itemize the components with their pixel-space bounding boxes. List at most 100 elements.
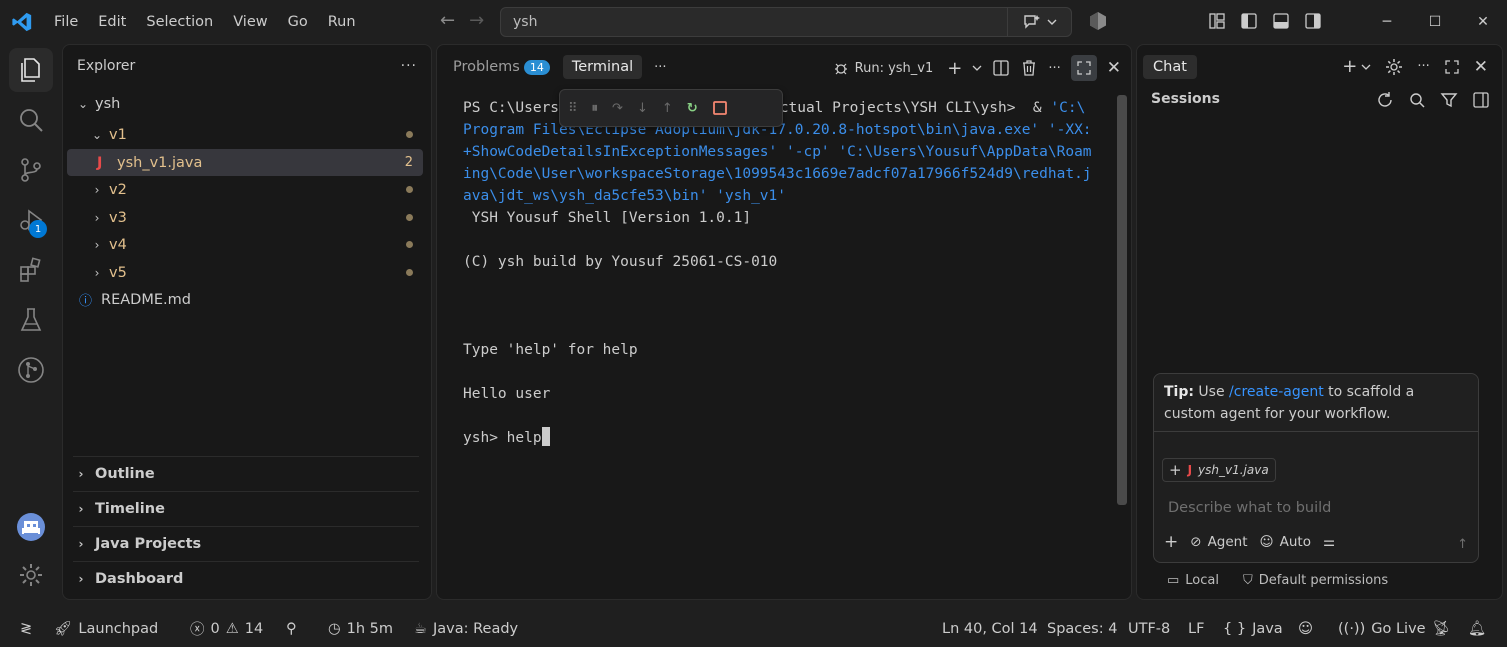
toggle-secondary-sidebar-icon[interactable] <box>1304 12 1322 30</box>
step-over-icon[interactable]: ↷ <box>612 101 623 116</box>
step-into-icon[interactable]: ↓ <box>637 101 648 116</box>
send-icon[interactable]: ↑ <box>1457 537 1468 552</box>
split-terminal-icon[interactable] <box>992 59 1010 77</box>
encoding[interactable]: UTF-8 <box>1128 621 1170 637</box>
chevron-down-icon[interactable] <box>1361 64 1371 70</box>
more-actions-icon[interactable]: ··· <box>1417 59 1429 74</box>
model-picker[interactable]: ☺ Auto <box>1260 534 1311 550</box>
maximize-icon[interactable]: ☐ <box>1411 0 1459 44</box>
timer-item[interactable]: ◷ 1h 5m <box>328 621 393 637</box>
copilot-icon[interactable] <box>1088 11 1108 31</box>
tools-icon[interactable]: ⚌ <box>1323 534 1335 550</box>
trash-icon[interactable] <box>1020 59 1038 77</box>
explorer-icon[interactable] <box>9 48 53 92</box>
testing-flask-icon[interactable] <box>9 298 53 342</box>
menu-go[interactable]: Go <box>278 14 318 30</box>
section-dashboard[interactable]: › Dashboard <box>73 561 419 596</box>
explorer-sidebar: Explorer ··· ⌄ ysh ⌄ v1 J ysh_v1.java 2 … <box>62 44 432 600</box>
pause-icon[interactable]: ⏸ <box>592 101 599 116</box>
menu-run[interactable]: Run <box>318 14 366 30</box>
step-out-icon[interactable]: ↑ <box>662 101 673 116</box>
tree-file-ysh-v1-java[interactable]: J ysh_v1.java 2 <box>67 149 423 176</box>
tab-chat[interactable]: Chat <box>1143 55 1197 79</box>
close-window-icon[interactable]: ✕ <box>1459 0 1507 44</box>
tree-file-readme[interactable]: ⓘ README.md <box>67 286 423 313</box>
section-timeline[interactable]: › Timeline <box>73 491 419 526</box>
command-center-search[interactable]: ysh <box>500 7 1072 37</box>
settings-gear-icon[interactable] <box>1385 58 1403 76</box>
terminal-scrollbar[interactable] <box>1117 95 1127 505</box>
remote-icon[interactable]: ≷ <box>20 621 32 637</box>
menu-view[interactable]: View <box>223 14 277 30</box>
notifications-bell-icon[interactable]: 🔔︎ <box>1468 620 1486 637</box>
refresh-icon[interactable] <box>1376 91 1394 109</box>
local-target[interactable]: ▭ Local <box>1167 573 1219 588</box>
run-debug-icon[interactable]: 1 <box>9 198 53 242</box>
launchpad-item[interactable]: 🚀︎ Launchpad <box>54 620 158 638</box>
tree-folder-v5[interactable]: › v5 <box>67 259 423 286</box>
filter-icon[interactable] <box>1440 91 1458 109</box>
copilot-status-icon[interactable]: ☺ <box>1298 621 1313 637</box>
new-chat-icon[interactable]: + <box>1342 56 1357 77</box>
section-label: Dashboard <box>95 571 184 587</box>
context-attachment[interactable]: + J ysh_v1.java <box>1162 458 1276 482</box>
section-java-projects[interactable]: › Java Projects <box>73 526 419 561</box>
tree-folder-v2[interactable]: › v2 <box>67 176 423 203</box>
chat-input-placeholder[interactable]: Describe what to build <box>1168 500 1331 516</box>
terminal-instance-selector[interactable]: Run: ysh_v1 <box>833 60 933 76</box>
back-arrow-icon[interactable]: ← <box>440 10 455 31</box>
maximize-panel-button[interactable] <box>1070 55 1097 81</box>
toggle-sidebar-icon[interactable] <box>1472 91 1490 109</box>
permissions-target[interactable]: ⛉ Default permissions <box>1243 573 1388 588</box>
tab-terminal[interactable]: Terminal <box>562 55 643 79</box>
search-icon[interactable] <box>1408 91 1426 109</box>
menu-edit[interactable]: Edit <box>88 14 136 30</box>
menu-file[interactable]: File <box>44 14 88 30</box>
create-agent-link[interactable]: /create-agent <box>1229 384 1324 400</box>
toggle-primary-sidebar-icon[interactable] <box>1240 12 1258 30</box>
terminal-output[interactable]: PS C:\Users Actual Projects\YSH CLI\ysh> … <box>463 97 1113 449</box>
more-actions-icon[interactable]: ··· <box>1048 61 1060 76</box>
add-attachment-icon[interactable]: + <box>1164 532 1178 552</box>
java-status-item[interactable]: ☕︎ Java: Ready <box>414 621 518 637</box>
cursor-position[interactable]: Ln 40, Col 14 <box>942 621 1038 637</box>
minimize-icon[interactable]: ─ <box>1363 0 1411 44</box>
chat-toggle-button[interactable] <box>1007 8 1071 36</box>
tab-problems[interactable]: Problems 14 <box>444 55 559 79</box>
debug-status-icon[interactable]: ⚲ <box>286 621 297 637</box>
language-mode[interactable]: { } Java <box>1223 621 1283 637</box>
end-of-line[interactable]: LF <box>1188 621 1204 637</box>
section-outline[interactable]: › Outline <box>73 456 419 491</box>
source-control-icon[interactable] <box>9 148 53 192</box>
more-tabs-icon[interactable]: ··· <box>654 60 666 75</box>
customize-layout-icon[interactable] <box>1208 12 1226 30</box>
new-terminal-icon[interactable]: + <box>947 58 962 79</box>
chevron-down-icon[interactable] <box>972 65 982 71</box>
toggle-panel-icon[interactable] <box>1272 12 1290 30</box>
close-panel-icon[interactable]: ✕ <box>1107 58 1121 78</box>
settings-gear-icon[interactable] <box>9 553 53 597</box>
account-avatar[interactable] <box>9 505 53 549</box>
antenna-icon[interactable]: 📡︎ <box>1432 620 1450 637</box>
add-context-icon[interactable]: + <box>1169 461 1182 479</box>
tree-folder-v1[interactable]: ⌄ v1 <box>67 121 423 148</box>
menu-selection[interactable]: Selection <box>136 14 223 30</box>
tree-folder-v4[interactable]: › v4 <box>67 231 423 258</box>
git-graph-icon[interactable] <box>9 348 53 392</box>
extensions-icon[interactable] <box>9 248 53 292</box>
problems-item[interactable]: ⓧ 0 ⚠ 14 <box>190 618 263 639</box>
go-live-item[interactable]: ((·)) Go Live <box>1338 621 1426 637</box>
indentation[interactable]: Spaces: 4 <box>1047 621 1117 637</box>
restart-icon[interactable]: ↻ <box>687 101 698 116</box>
tree-folder-v3[interactable]: › v3 <box>67 204 423 231</box>
maximize-icon[interactable] <box>1444 59 1460 75</box>
time-label: 1h 5m <box>346 620 394 637</box>
drag-handle-icon[interactable]: ⠿ <box>568 101 578 116</box>
more-actions-icon[interactable]: ··· <box>401 58 417 74</box>
mode-picker[interactable]: ⊘ Agent <box>1190 534 1247 550</box>
stop-icon[interactable] <box>712 100 728 116</box>
tree-root-ysh[interactable]: ⌄ ysh <box>67 90 423 117</box>
forward-arrow-icon[interactable]: → <box>469 10 484 31</box>
search-icon[interactable] <box>9 98 53 142</box>
close-chat-icon[interactable]: ✕ <box>1474 57 1488 77</box>
